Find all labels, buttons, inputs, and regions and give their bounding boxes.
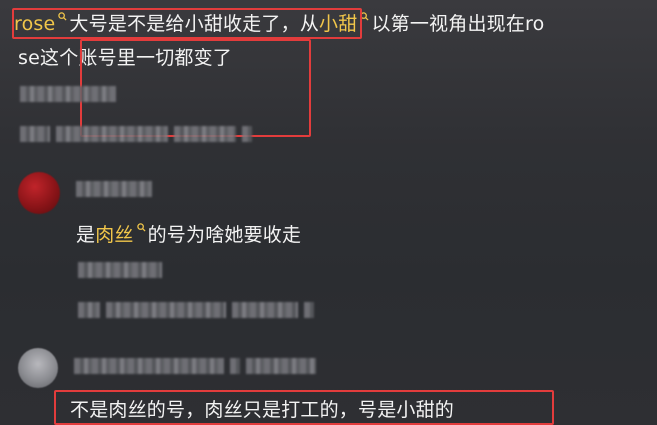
mention-rousi-link[interactable]: 肉丝: [95, 224, 133, 246]
comment-2-suffix: 的号为啥她要收走: [147, 224, 302, 246]
comment-2-prefix: 是: [76, 224, 96, 246]
blurred-metadata: [78, 302, 314, 318]
blurred-metadata: [20, 86, 116, 102]
search-icon[interactable]: [136, 223, 146, 232]
avatar[interactable]: [18, 348, 58, 388]
comment-2-text: 是肉丝 的号为啥她要收走: [76, 223, 301, 247]
blurred-metadata: [78, 262, 162, 278]
highlight-box-mention: [12, 8, 362, 39]
highlight-box-reply: [54, 390, 554, 425]
blurred-metadata: [20, 126, 252, 142]
avatar[interactable]: [18, 172, 60, 214]
comment-1-text-b: 以第一视角出现在ro: [371, 13, 545, 35]
blurred-username: [74, 358, 316, 374]
blurred-username: [76, 181, 152, 197]
